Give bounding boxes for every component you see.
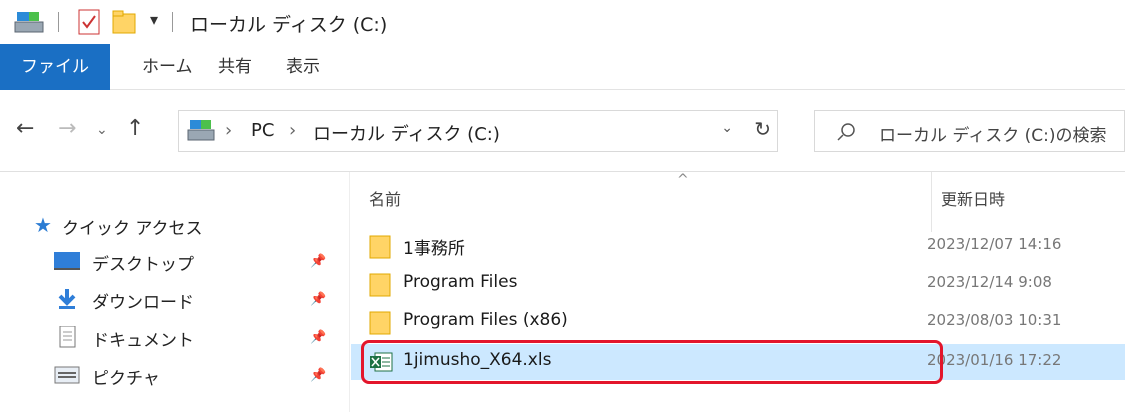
customize-chevron-icon[interactable]: ▾ (150, 10, 158, 29)
download-icon (58, 289, 76, 309)
forward-arrow-icon[interactable]: → (58, 116, 76, 141)
file-date: 2023/12/14 9:08 (927, 273, 1052, 291)
nav-item-label: ピクチャ (92, 369, 160, 389)
breadcrumb-separator[interactable]: › (225, 120, 232, 141)
nav-item-label: ドキュメント (92, 331, 194, 351)
drive-icon (187, 120, 215, 141)
address-bar[interactable]: › PC › ローカル ディスク (C:) ⌄ ↻ (178, 110, 778, 152)
pin-icon[interactable]: 📌 (310, 330, 326, 345)
file-name: Program Files (403, 272, 518, 292)
folder-icon (369, 311, 391, 335)
search-box[interactable]: ローカル ディスク (C:)の検索 (814, 110, 1125, 152)
window-title: ローカル ディスク (C:) (190, 14, 388, 36)
pin-icon[interactable]: 📌 (310, 368, 326, 383)
tab-file[interactable]: ファイル (0, 44, 110, 90)
column-header-date[interactable]: 更新日時 (941, 186, 1005, 210)
refresh-icon[interactable]: ↻ (754, 117, 771, 141)
nav-item-label: デスクトップ (92, 255, 194, 275)
nav-item-label: ダウンロード (92, 293, 194, 313)
title-bar: ▾ ローカル ディスク (C:) (0, 0, 1125, 44)
file-date: 2023/08/03 10:31 (927, 311, 1062, 329)
search-placeholder: ローカル ディスク (C:)の検索 (879, 126, 1107, 146)
list-item[interactable]: Program Files 2023/12/14 9:08 (351, 266, 1125, 302)
nav-item-pictures[interactable]: ピクチャ 📌 (0, 358, 350, 392)
new-folder-icon[interactable] (112, 10, 138, 34)
picture-icon (54, 366, 80, 384)
nav-item-downloads[interactable]: ダウンロード 📌 (0, 282, 350, 316)
column-divider[interactable] (931, 172, 932, 232)
column-header-name[interactable]: 名前 (369, 186, 401, 210)
properties-icon[interactable] (78, 9, 100, 35)
navigation-bar: ← → ⌄ ↑ › PC › ローカル ディスク (C:) ⌄ ↻ ローカル デ… (0, 90, 1125, 172)
breadcrumb-pc[interactable]: PC (251, 120, 274, 141)
folder-icon (369, 273, 391, 297)
nav-quick-access-label: クイック アクセス (62, 219, 203, 239)
recent-chevron-icon[interactable]: ⌄ (96, 122, 108, 138)
search-icon (837, 123, 855, 141)
up-arrow-icon[interactable]: ↑ (126, 116, 144, 141)
file-date: 2023/12/07 14:16 (927, 235, 1062, 253)
document-icon (59, 326, 76, 348)
breadcrumb-separator[interactable]: › (289, 120, 296, 141)
file-name: Program Files (x86) (403, 310, 568, 330)
back-arrow-icon[interactable]: ← (16, 116, 34, 141)
star-icon: ★ (34, 213, 52, 237)
tab-share[interactable]: 共有 (218, 44, 252, 90)
list-item[interactable]: 1事務所 2023/12/07 14:16 (351, 228, 1125, 264)
selection-highlight-outline (361, 340, 943, 384)
folder-icon (369, 235, 391, 259)
pin-icon[interactable]: 📌 (310, 292, 326, 307)
file-list: ^ 名前 更新日時 1事務所 2023/12/07 14:16 Program … (351, 172, 1125, 412)
address-dropdown-icon[interactable]: ⌄ (721, 120, 733, 136)
file-date: 2023/01/16 17:22 (927, 351, 1062, 369)
file-name: 1事務所 (403, 239, 465, 259)
drive-icon (14, 12, 44, 33)
nav-quick-access[interactable]: ★ クイック アクセス (0, 208, 350, 242)
breadcrumb-local-disk[interactable]: ローカル ディスク (C:) (313, 120, 500, 146)
divider (172, 12, 173, 32)
navigation-pane: ★ クイック アクセス デスクトップ 📌 ダウンロード 📌 ドキュメント 📌 ピ… (0, 172, 350, 412)
tab-home[interactable]: ホーム (142, 44, 193, 90)
list-item[interactable]: Program Files (x86) 2023/08/03 10:31 (351, 304, 1125, 340)
divider (58, 12, 59, 32)
nav-item-documents[interactable]: ドキュメント 📌 (0, 320, 350, 354)
nav-item-desktop[interactable]: デスクトップ 📌 (0, 244, 350, 278)
tab-view[interactable]: 表示 (286, 44, 320, 90)
desktop-icon (54, 252, 80, 270)
pin-icon[interactable]: 📌 (310, 254, 326, 269)
sort-ascending-icon: ^ (677, 172, 689, 188)
ribbon: ファイル ホーム 共有 表示 (0, 44, 1125, 90)
